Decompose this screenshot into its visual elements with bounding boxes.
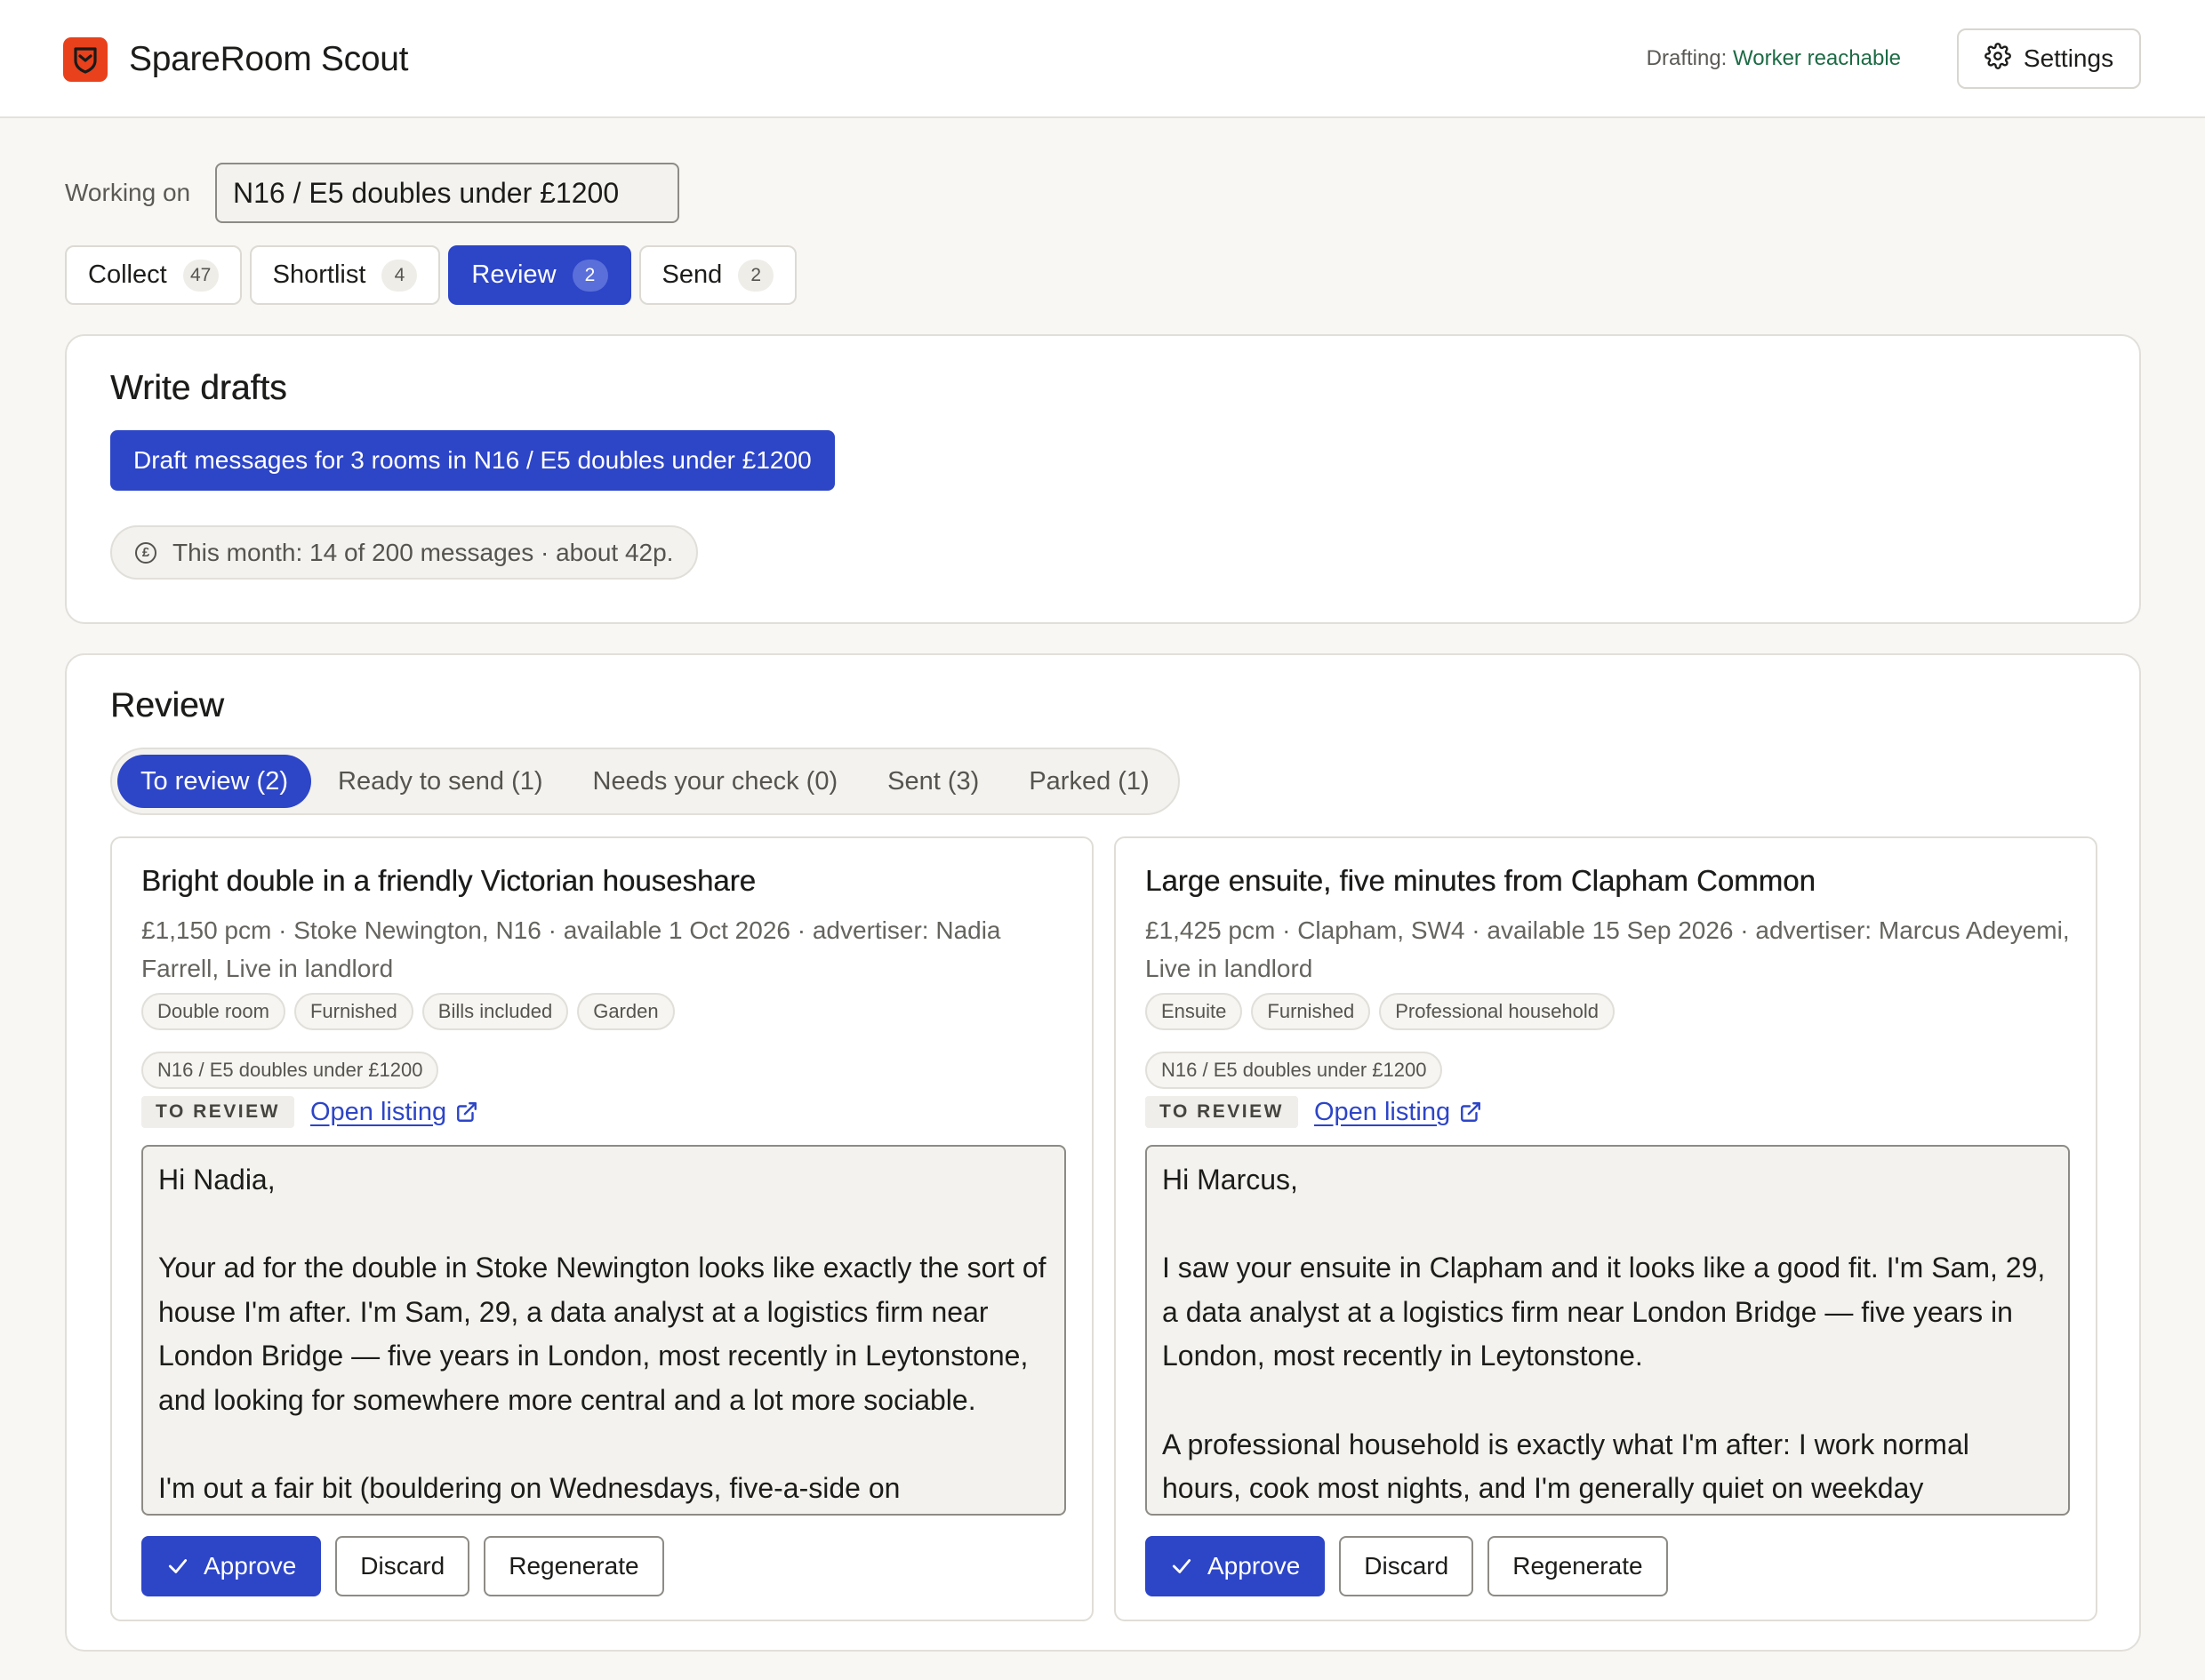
tab-review[interactable]: Review 2 [448,245,631,305]
tab-needs-your-check[interactable]: Needs your check (0) [570,755,862,808]
write-drafts-panel: Write drafts Draft messages for 3 rooms … [65,334,2141,624]
tab-label: Review [471,260,557,289]
listing-meta: £1,425 pcm · Clapham, SW4 · available 15… [1145,916,2070,982]
drafting-label: Drafting: [1646,46,1728,70]
search-chip: N16 / E5 doubles under £1200 [141,1052,439,1089]
tab-collect[interactable]: Collect 47 [65,245,242,305]
tab-label: Collect [88,260,167,289]
discard-button[interactable]: Discard [1339,1536,1474,1596]
listing-tags: Double room Furnished Bills included Gar… [141,993,675,1030]
settings-label: Settings [2023,44,2114,72]
review-heading: Review [110,686,224,724]
settings-button[interactable]: Settings [1957,28,2141,89]
discard-button[interactable]: Discard [335,1536,470,1596]
tag-chip: Professional household [1379,993,1615,1030]
tab-count: 47 [182,259,219,292]
check-icon [1172,1559,1191,1573]
listing-search: N16 / E5 doubles under £1200 [1145,1052,1443,1089]
gear-icon [1984,42,2011,76]
tag-chip: Double room [141,993,285,1030]
drafting-status: Drafting: Worker reachable [1647,44,1901,73]
listing-status-row: TO REVIEW Open listing [141,1096,478,1128]
external-link-icon [457,1102,477,1122]
approve-label: Approve [204,1552,297,1580]
approve-button[interactable]: Approve [1145,1536,1326,1596]
open-listing-link[interactable]: Open listing [310,1098,478,1127]
regenerate-button[interactable]: Regenerate [484,1536,664,1596]
tab-ready-to-send[interactable]: Ready to send (1) [315,755,566,808]
listing-meta: £1,150 pcm · Stoke Newington, N16 · avai… [141,916,1001,982]
listing-card: Large ensuite, five minutes from Clapham… [1114,836,2097,1621]
coin-icon: £ [135,541,156,564]
draft-messages-button[interactable]: Draft messages for 3 rooms in N16 / E5 d… [110,430,835,491]
tab-send[interactable]: Send 2 [638,245,798,305]
shield-logo-icon [63,37,108,82]
check-icon [168,1559,188,1573]
tab-shortlist[interactable]: Shortlist 4 [249,245,441,305]
tag-chip: Bills included [421,993,569,1030]
listing-title: Large ensuite, five minutes from Clapham… [1145,864,1816,897]
tab-to-review[interactable]: To review (2) [117,755,311,808]
worker-status: Worker reachable [1733,46,1901,70]
approve-label: Approve [1207,1552,1301,1580]
tab-label: Send [662,260,723,289]
tab-count: 2 [738,259,774,292]
tag-chip: Furnished [293,993,413,1030]
tab-parked[interactable]: Parked (1) [1006,755,1172,808]
external-link-icon [1461,1102,1481,1122]
usage-text: This month: 14 of 200 messages · about 4… [172,538,674,566]
tag-chip: Garden [577,993,675,1030]
write-drafts-heading: Write drafts [110,369,287,407]
working-on-label: Working on [65,179,191,206]
working-on-input[interactable] [215,163,679,223]
open-listing-link[interactable]: Open listing [1314,1098,1482,1127]
top-bar: SpareRoom Scout Drafting: Worker reachab… [0,0,2205,118]
tab-label: Shortlist [272,260,366,289]
stage-tabs: Collect 47 Shortlist 4 Review 2 Send 2 [65,245,798,305]
status-badge: TO REVIEW [1145,1096,1298,1128]
tab-sent[interactable]: Sent (3) [864,755,1002,808]
approve-button[interactable]: Approve [141,1536,322,1596]
listing-card: Bright double in a friendly Victorian ho… [110,836,1094,1621]
tab-count: 2 [572,259,608,292]
open-listing-label: Open listing [309,1097,447,1126]
status-badge: TO REVIEW [141,1096,294,1128]
search-chip: N16 / E5 doubles under £1200 [1145,1052,1443,1089]
tab-count: 4 [381,259,418,292]
listing-title: Bright double in a friendly Victorian ho… [141,864,756,897]
listing-actions: Approve Discard Regenerate [141,1536,664,1596]
tag-chip: Ensuite [1145,993,1243,1030]
listing-tags: Ensuite Furnished Professional household [1145,993,1615,1030]
open-listing-label: Open listing [1313,1097,1451,1126]
review-panel: Review To review (2) Ready to send (1) N… [65,653,2141,1652]
listing-search: N16 / E5 doubles under £1200 [141,1052,439,1089]
regenerate-button[interactable]: Regenerate [1487,1536,1668,1596]
listing-actions: Approve Discard Regenerate [1145,1536,1668,1596]
tag-chip: Furnished [1251,993,1371,1030]
review-filter-tabs: To review (2) Ready to send (1) Needs yo… [110,748,1180,815]
app-title: SpareRoom Scout [129,40,409,78]
listing-status-row: TO REVIEW Open listing [1145,1096,1482,1128]
draft-message-textarea[interactable]: Hi Marcus, I saw your ensuite in Clapham… [1145,1145,2070,1516]
usage-pill: £ This month: 14 of 200 messages · about… [110,525,699,580]
draft-message-textarea[interactable]: Hi Nadia, Your ad for the double in Stok… [141,1145,1066,1516]
